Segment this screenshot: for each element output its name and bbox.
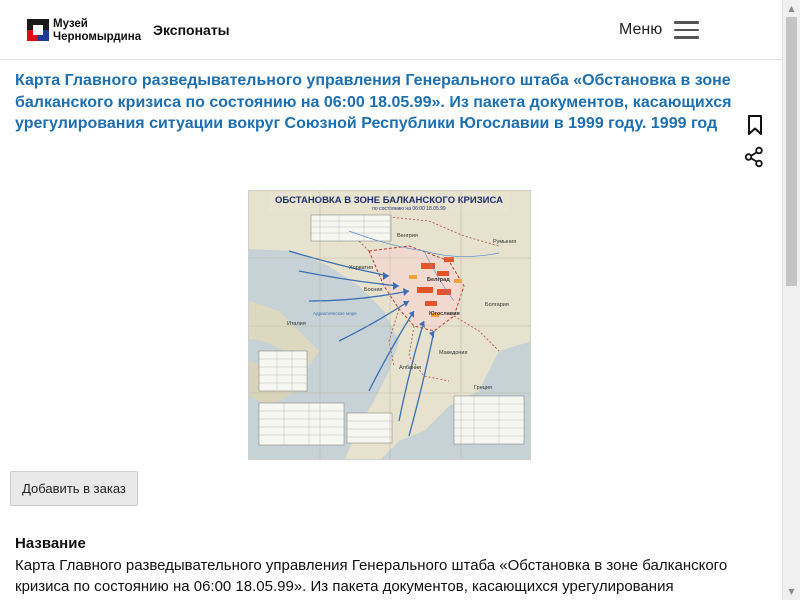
map-subheading: по состоянию на 06:00 18.05.99 [372,206,446,212]
exhibit-title: Карта Главного разведывательного управле… [15,72,732,132]
share-icon[interactable] [743,146,765,168]
brand-line-2: Черномырдина [53,30,142,43]
map-label-bulgaria: Болгария [485,302,509,308]
map-label-croatia: Хорватия [349,265,373,271]
add-to-order-button[interactable]: Добавить в заказ [10,471,138,506]
page-scrollbar[interactable]: ▲ ▼ [782,0,800,600]
menu-label[interactable]: Меню [619,21,662,39]
balkan-crisis-map: ОБСТАНОВКА В ЗОНЕ БАЛКАНСКОГО КРИЗИСА по… [249,191,530,459]
map-label-hungary: Венгрия [397,233,418,239]
name-field-label: Название [15,535,86,552]
map-label-yugoslavia: Югославия [429,311,460,317]
map-heading: ОБСТАНОВКА В ЗОНЕ БАЛКАНСКОГО КРИЗИСА [275,195,503,206]
map-label-bosnia: Босния [364,287,383,293]
bookmark-icon[interactable] [746,114,764,136]
site-header: Музей Черномырдина Экспонаты Меню [0,0,782,60]
museum-logo-icon[interactable] [27,19,49,41]
map-label-macedonia: Македония [439,350,467,356]
museum-brand[interactable]: Музей Черномырдина [53,18,143,43]
map-label-belgrade: Белград [427,277,450,283]
scroll-thumb[interactable] [786,17,797,286]
map-label-greece: Греция [474,385,492,391]
nav-exhibits-link[interactable]: Экспонаты [153,22,230,38]
hamburger-menu-icon[interactable] [674,21,699,39]
map-label-adriatic: Адриатическое море [313,311,357,316]
brand-line-1: Музей [53,18,88,30]
map-label-italy: Италия [287,321,306,327]
name-field-value: Карта Главного разведывательного управле… [15,557,728,600]
map-label-albania: Албания [399,365,421,371]
scroll-up-arrow-icon[interactable]: ▲ [783,0,800,17]
map-label-romania: Румыния [493,239,516,245]
exhibit-map-image[interactable]: ОБСТАНОВКА В ЗОНЕ БАЛКАНСКОГО КРИЗИСА по… [248,190,531,460]
scroll-down-arrow-icon[interactable]: ▼ [783,583,800,600]
